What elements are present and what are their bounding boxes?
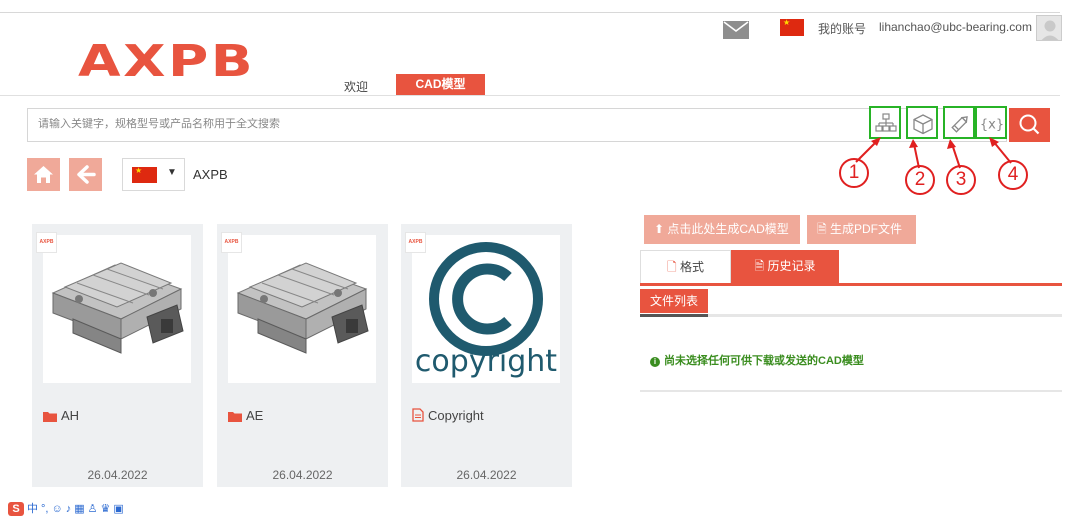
- variable-button[interactable]: {x}: [975, 106, 1007, 139]
- card-name: Copyright: [428, 408, 484, 423]
- home-button[interactable]: [27, 158, 60, 191]
- top-divider: [0, 12, 1060, 13]
- linear-bearing-image: [51, 262, 184, 354]
- brand-badge: AXPB: [221, 232, 242, 253]
- emoji-icon[interactable]: ☺: [51, 502, 62, 516]
- tab-underline: [640, 283, 1062, 286]
- ime-logo-icon[interactable]: S: [8, 502, 24, 516]
- notice-text: 尚未选择任何可供下载或发送的CAD模型: [664, 355, 864, 367]
- axpb-logo[interactable]: AXPB: [78, 36, 255, 87]
- search-input[interactable]: [38, 118, 738, 130]
- annotation-marker-4: 4: [998, 160, 1028, 190]
- pencil-icon: [951, 116, 968, 133]
- generate-pdf-label: 生成PDF文件: [830, 222, 903, 236]
- nav-divider: [0, 95, 1060, 96]
- tab-file-list[interactable]: 文件列表: [640, 289, 708, 313]
- notice-divider: [640, 390, 1062, 392]
- brand-badge: AXPB: [405, 232, 426, 253]
- arrow-left-icon: [77, 165, 96, 184]
- pdf-file-icon: 🗎: [817, 222, 827, 236]
- generate-cad-button[interactable]: ⬆ 点击此处生成CAD模型: [644, 215, 800, 244]
- tree-structure-button[interactable]: [869, 106, 901, 139]
- caret-down-icon: ▼: [167, 167, 177, 178]
- home-icon: [34, 166, 53, 183]
- search-icon: [1019, 114, 1040, 135]
- tab-format[interactable]: 🗋 格式: [640, 250, 731, 283]
- card-title[interactable]: AE: [228, 408, 263, 423]
- product-card[interactable]: AXPB AH 26.04.2022: [32, 224, 203, 487]
- card-title[interactable]: AH: [43, 408, 79, 423]
- card-date: 26.04.2022: [456, 468, 517, 482]
- skin-icon[interactable]: ♛: [100, 502, 110, 516]
- china-flag-icon: ★: [132, 167, 157, 183]
- file-list-divider: [640, 314, 1062, 317]
- card-title[interactable]: Copyright: [412, 408, 484, 423]
- cube-icon: [913, 114, 933, 135]
- product-card[interactable]: copyright AXPB Copyright 26.04.2022: [401, 224, 572, 487]
- variable-braces-icon: {x}: [981, 118, 1003, 133]
- annotation-marker-3: 3: [946, 165, 976, 195]
- user-icon[interactable]: ♙: [88, 502, 98, 516]
- search-button[interactable]: [1009, 108, 1050, 142]
- linear-bearing-image: [236, 262, 369, 354]
- file-format-icon: 🗋: [666, 260, 677, 274]
- tab-format-label: 格式: [679, 260, 704, 274]
- card-date: 26.04.2022: [87, 468, 148, 482]
- copyright-thumb-text: copyright: [415, 344, 557, 379]
- card-date: 26.04.2022: [272, 468, 333, 482]
- info-icon: i: [650, 357, 660, 367]
- ime-mode[interactable]: 中: [27, 502, 38, 516]
- card-name: AE: [246, 408, 264, 423]
- nav-welcome[interactable]: 欢迎: [344, 78, 368, 95]
- tab-history[interactable]: 🗎 历史记录: [731, 250, 839, 283]
- input-method-toolbar: S 中 °, ☺ ♪ ▦ ♙ ♛ ▣: [8, 502, 124, 516]
- keyboard-icon[interactable]: ▦: [74, 502, 84, 516]
- brand-badge: AXPB: [36, 232, 57, 253]
- my-account-link[interactable]: 我的账号: [818, 20, 866, 37]
- user-email[interactable]: lihanchao@ubc-bearing.com: [879, 20, 1032, 34]
- toolbox-icon[interactable]: ▣: [113, 502, 123, 516]
- folder-icon: [228, 412, 242, 422]
- svg-text:{x}: {x}: [981, 118, 1003, 133]
- user-silhouette-icon: [1041, 20, 1059, 40]
- sketch-button[interactable]: [943, 106, 975, 139]
- 3d-model-button[interactable]: [906, 106, 938, 139]
- generate-pdf-button[interactable]: 🗎 生成PDF文件: [807, 215, 916, 244]
- tab-history-label: 历史记录: [767, 259, 816, 273]
- hierarchy-icon: [875, 113, 897, 132]
- product-thumbnail[interactable]: copyright: [412, 235, 560, 383]
- card-name: AH: [61, 408, 80, 423]
- history-file-icon: 🗎: [754, 259, 765, 273]
- product-card[interactable]: AXPB AE 26.04.2022: [217, 224, 388, 487]
- folder-icon: [43, 412, 57, 422]
- china-flag-icon[interactable]: ★: [780, 19, 804, 36]
- search-bar: [27, 108, 1007, 142]
- country-select[interactable]: ★ ▼: [122, 158, 185, 191]
- punctuation-icon[interactable]: °,: [41, 502, 48, 516]
- nav-cad-models[interactable]: CAD模型: [396, 74, 485, 95]
- mail-icon[interactable]: [723, 21, 749, 39]
- no-selection-notice: i 尚未选择任何可供下载或发送的CAD模型: [650, 352, 864, 368]
- annotation-marker-1: 1: [839, 158, 869, 188]
- avatar[interactable]: [1036, 15, 1062, 41]
- generate-cad-label: 点击此处生成CAD模型: [667, 222, 789, 236]
- annotation-marker-2: 2: [905, 165, 935, 195]
- breadcrumb-brand[interactable]: AXPB: [193, 167, 228, 182]
- product-thumbnail[interactable]: [43, 235, 191, 383]
- copyright-symbol-image: copyright: [415, 242, 557, 379]
- document-icon: [412, 408, 424, 422]
- upload-icon: ⬆: [654, 222, 665, 236]
- product-thumbnail[interactable]: [228, 235, 376, 383]
- microphone-icon[interactable]: ♪: [66, 502, 72, 516]
- back-button[interactable]: [69, 158, 102, 191]
